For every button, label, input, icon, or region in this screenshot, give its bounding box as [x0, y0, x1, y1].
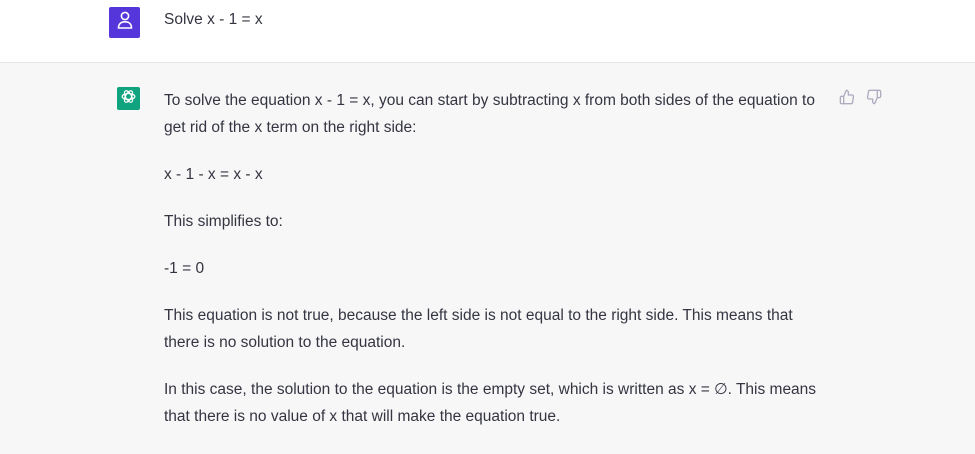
answer-paragraph-simplifies: This simplifies to: [164, 213, 283, 230]
user-message-text: Solve x - 1 = x [164, 11, 263, 28]
answer-paragraph-explanation: This equation is not true, because the l… [164, 307, 793, 351]
answer-paragraph-conclusion: In this case, the solution to the equati… [164, 381, 817, 425]
user-avatar [109, 7, 140, 38]
thumbs-down-icon [866, 89, 882, 110]
user-message-row: Solve x - 1 = x [0, 0, 975, 63]
thumbs-down-button[interactable] [864, 89, 884, 109]
answer-paragraph-intro: To solve the equation x - 1 = x, you can… [164, 92, 815, 136]
user-icon [116, 10, 134, 35]
assistant-message-row: To solve the equation x - 1 = x, you can… [0, 63, 975, 454]
thumbs-up-icon [839, 89, 855, 110]
assistant-avatar [117, 87, 140, 110]
answer-equation-result: -1 = 0 [164, 260, 205, 277]
openai-logo-icon [120, 88, 137, 110]
assistant-answer: To solve the equation x - 1 = x, you can… [164, 87, 824, 450]
answer-equation-step: x - 1 - x = x - x [164, 166, 263, 183]
thumbs-up-button[interactable] [837, 89, 857, 109]
